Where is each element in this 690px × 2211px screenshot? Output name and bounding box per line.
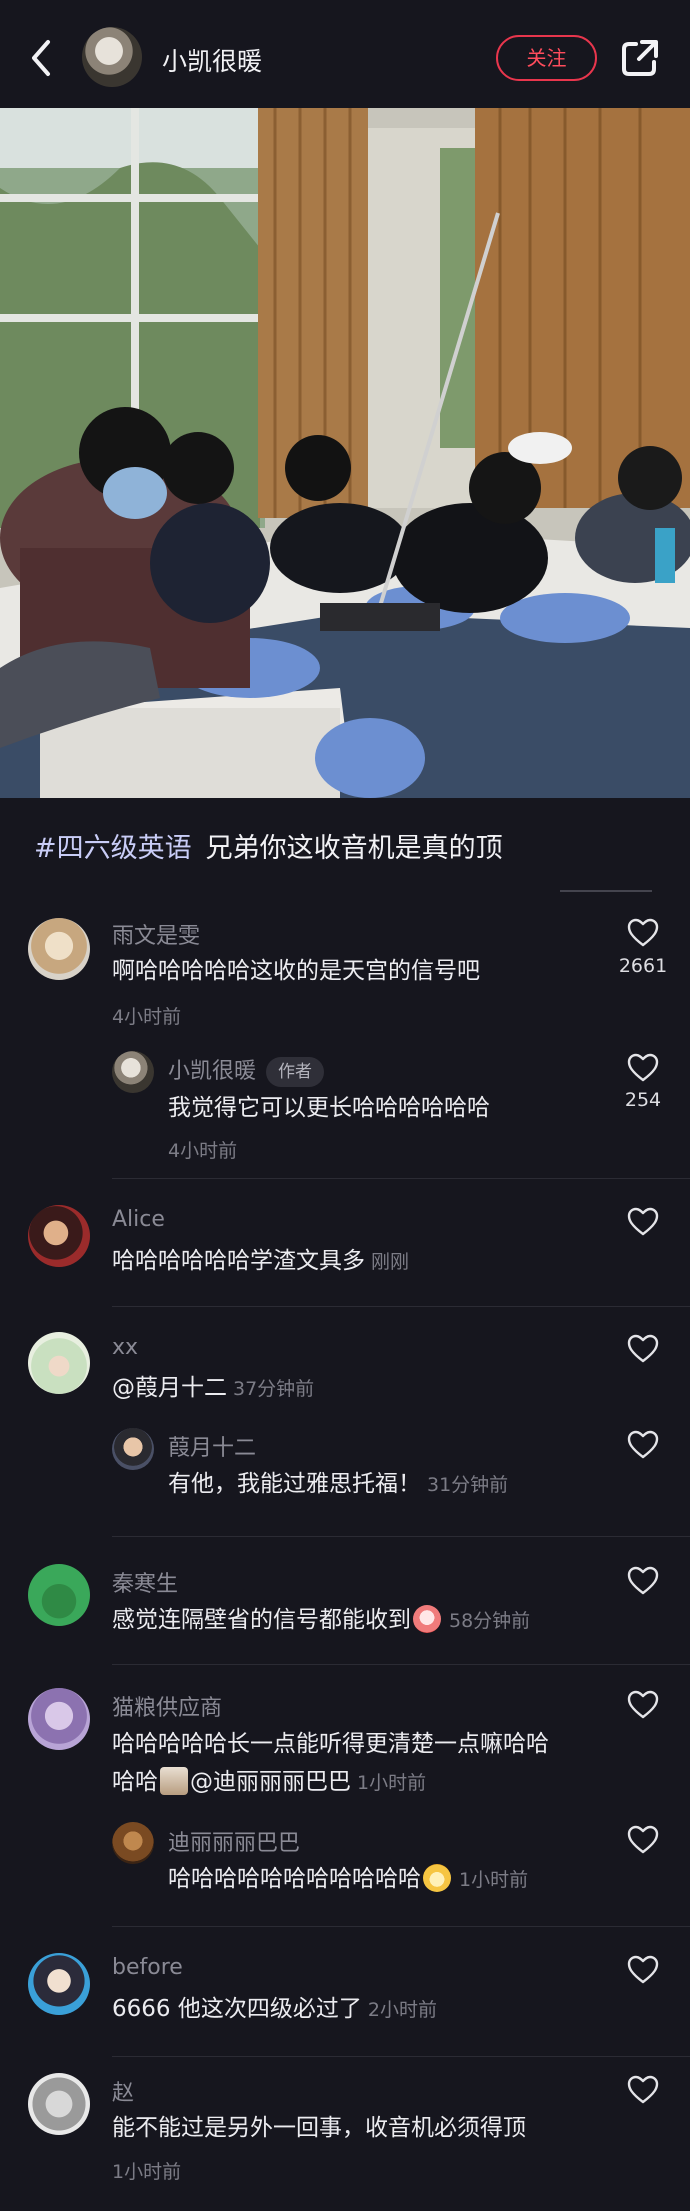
reply-text[interactable]: 我觉得它可以更长哈哈哈哈哈哈 (168, 1090, 490, 1126)
comment-username[interactable]: 秦寒生 (112, 1566, 178, 1598)
like-count: 254 (624, 1089, 662, 1111)
reply-time: 4小时前 (168, 1140, 238, 1162)
comment-username[interactable]: xx (112, 1335, 138, 1360)
hashtag-link[interactable]: #四六级英语 (34, 833, 192, 864)
comment-username[interactable]: 赵 (112, 2075, 134, 2107)
comment-text-body: 哈哈哈哈哈哈学渣文具多 (112, 1248, 365, 1274)
comment-text[interactable]: 哈哈哈哈哈哈学渣文具多 刚刚 (112, 1243, 409, 1280)
author-avatar[interactable] (82, 27, 142, 87)
reply-text-body: 哈哈哈哈哈哈哈哈哈哈哈 (168, 1866, 421, 1892)
comment-time: 58分钟前 (449, 1610, 531, 1632)
reply-username[interactable]: 迪丽丽丽巴巴 (168, 1825, 300, 1857)
avatar[interactable] (28, 918, 90, 980)
reply-username-text[interactable]: 小凯很暖 (168, 1059, 256, 1084)
divider (112, 1664, 690, 1665)
comment-text[interactable]: 6666 他这次四级必过了 2小时前 (112, 1991, 437, 2028)
heart-icon[interactable] (627, 1053, 659, 1083)
avatar[interactable] (28, 1332, 90, 1394)
avatar[interactable] (112, 1822, 154, 1864)
avatar[interactable] (28, 1688, 90, 1750)
post-caption: #四六级英语 兄弟你这收音机是真的顶 (34, 826, 503, 865)
comment-text[interactable]: 感觉连隔壁省的信号都能收到 58分钟前 (112, 1602, 530, 1639)
avatar[interactable] (28, 1564, 90, 1626)
crying-emoji-icon (413, 1605, 441, 1633)
heart-icon[interactable] (627, 1430, 659, 1460)
reply-text[interactable]: 有他，我能过雅思托福！ 31分钟前 (168, 1466, 508, 1503)
author-badge: 作者 (266, 1057, 325, 1087)
reply-time: 1小时前 (459, 1869, 529, 1891)
like-count: 2661 (618, 955, 668, 977)
divider (560, 890, 652, 892)
heart-icon[interactable] (627, 1334, 659, 1364)
author-name[interactable]: 小凯很暖 (162, 42, 262, 78)
avatar[interactable] (112, 1428, 154, 1470)
heart-icon[interactable] (627, 1825, 659, 1855)
heart-icon[interactable] (627, 1207, 659, 1237)
comment-time: 1小时前 (357, 1772, 427, 1794)
heart-icon[interactable] (627, 1955, 659, 1985)
comment-username[interactable]: 猫粮供应商 (112, 1690, 222, 1722)
back-icon[interactable] (26, 38, 60, 78)
reply-time: 31分钟前 (427, 1474, 509, 1496)
avatar[interactable] (28, 1953, 90, 2015)
sticker-icon (160, 1767, 188, 1795)
comment-text[interactable]: 能不能过是另外一回事，收音机必须得顶 (112, 2110, 526, 2146)
comment-time: 2小时前 (367, 1999, 437, 2021)
reply-text-body: 有他，我能过雅思托福！ (168, 1471, 421, 1497)
divider (112, 1926, 690, 1927)
comment-text-body: @葭月十二 (112, 1375, 227, 1401)
comment-username[interactable]: Alice (112, 1207, 165, 1232)
divider (112, 1306, 690, 1307)
reply-text[interactable]: 哈哈哈哈哈哈哈哈哈哈哈 1小时前 (168, 1861, 528, 1898)
laughing-emoji-icon (423, 1864, 451, 1892)
avatar[interactable] (112, 1051, 154, 1093)
comment-text[interactable]: @葭月十二 37分钟前 (112, 1370, 314, 1407)
mention-link[interactable]: @迪丽丽丽巴巴 (190, 1769, 351, 1795)
comment-text-body: 哈哈 (112, 1769, 158, 1795)
divider (112, 1536, 690, 1537)
reply-username[interactable]: 葭月十二 (168, 1430, 256, 1462)
divider (112, 2056, 690, 2057)
post-photo[interactable] (0, 108, 690, 798)
reply-username: 小凯很暖 作者 (168, 1053, 325, 1087)
comment-time: 刚刚 (371, 1251, 410, 1273)
comment-text-body: 感觉连隔壁省的信号都能收到 (112, 1607, 411, 1633)
comment-text[interactable]: 啊哈哈哈哈哈这收的是天宫的信号吧 (112, 953, 480, 989)
heart-icon[interactable] (627, 918, 659, 948)
heart-icon[interactable] (627, 1690, 659, 1720)
comment-username[interactable]: 雨文是雯 (112, 918, 200, 950)
heart-icon[interactable] (627, 2075, 659, 2105)
comment-time: 37分钟前 (233, 1378, 315, 1400)
caption-text: 兄弟你这收音机是真的顶 (205, 833, 503, 864)
divider (112, 1178, 690, 1179)
follow-button[interactable]: 关注 (496, 35, 597, 81)
top-bar: 小凯很暖 关注 (0, 0, 690, 108)
comment-time: 4小时前 (112, 1006, 182, 1028)
comment-text-line2[interactable]: 哈哈 @迪丽丽丽巴巴 1小时前 (112, 1764, 426, 1801)
comment-text-body: 6666 他这次四级必过了 (112, 1996, 362, 2022)
comment-time: 1小时前 (112, 2161, 182, 2183)
share-icon[interactable] (620, 38, 660, 78)
avatar[interactable] (28, 2073, 90, 2135)
avatar[interactable] (28, 1205, 90, 1267)
comment-username[interactable]: before (112, 1955, 183, 1980)
comment-text[interactable]: 哈哈哈哈哈长一点能听得更清楚一点嘛哈哈 (112, 1726, 549, 1762)
heart-icon[interactable] (627, 1566, 659, 1596)
